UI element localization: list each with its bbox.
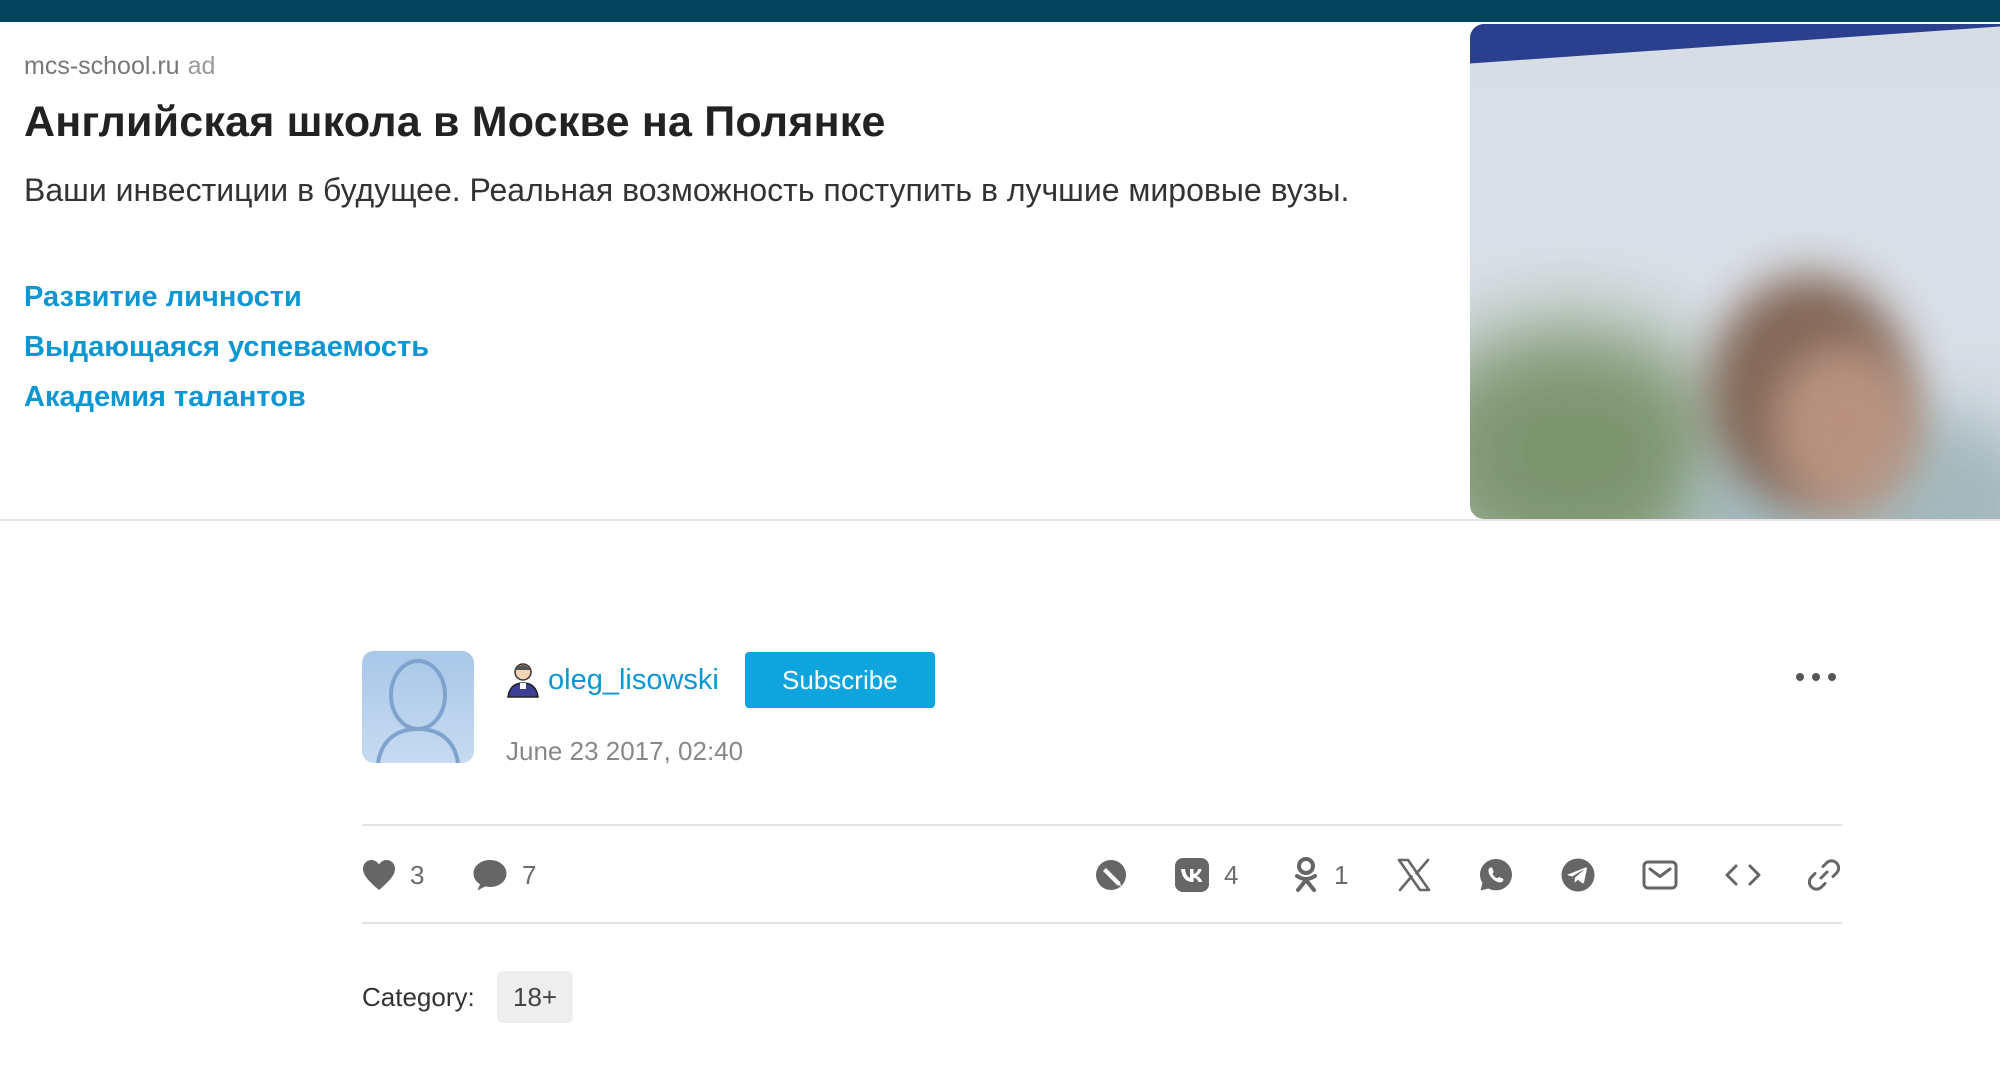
avatar[interactable] xyxy=(362,651,474,763)
ad-image[interactable] xyxy=(1470,24,2000,519)
ad-label: ad xyxy=(187,52,216,80)
vk-count: 4 xyxy=(1224,859,1239,890)
odnoklassniki-icon xyxy=(1295,857,1317,892)
comment-count: 7 xyxy=(522,859,537,890)
user-icon[interactable] xyxy=(506,661,540,699)
share-whatsapp-button[interactable] xyxy=(1478,852,1514,898)
share-livejournal-button[interactable] xyxy=(1094,852,1128,898)
heart-icon xyxy=(363,860,395,890)
telegram-icon xyxy=(1561,858,1595,892)
embed-button[interactable] xyxy=(1724,852,1762,898)
post-date[interactable]: June 23 2017, 02:40 xyxy=(506,736,743,767)
share-vk-button[interactable]: 4 xyxy=(1174,852,1238,898)
author-row: oleg_lisowski Subscribe xyxy=(506,652,935,708)
vk-icon xyxy=(1175,858,1209,892)
email-icon xyxy=(1642,860,1678,890)
copy-link-button[interactable] xyxy=(1806,852,1842,898)
ad-image-face xyxy=(1770,344,1920,514)
ad-links: Развитие личности Выдающаяся успеваемост… xyxy=(24,272,429,422)
divider xyxy=(362,824,1842,826)
share-odnoklassniki-button[interactable]: 1 xyxy=(1292,852,1348,898)
divider xyxy=(362,922,1842,924)
ad-link-academy[interactable]: Академия талантов xyxy=(24,372,429,422)
user-silhouette-icon xyxy=(376,659,460,763)
ok-count: 1 xyxy=(1334,859,1349,890)
link-icon xyxy=(1807,859,1841,891)
author-name[interactable]: oleg_lisowski xyxy=(548,664,719,697)
ad-image-stripe xyxy=(1470,24,2000,64)
more-dot xyxy=(1828,673,1836,681)
top-bar xyxy=(0,0,2000,22)
livejournal-icon xyxy=(1096,860,1126,890)
embed-icon xyxy=(1725,864,1761,886)
share-x-button[interactable] xyxy=(1396,852,1432,898)
more-dot xyxy=(1812,673,1820,681)
like-count: 3 xyxy=(410,859,425,890)
more-icon[interactable] xyxy=(1796,662,1836,692)
ad-link-personality[interactable]: Развитие личности xyxy=(24,272,429,322)
ad-text: Ваши инвестиции в будущее. Реальная возм… xyxy=(24,172,1350,208)
share-email-button[interactable] xyxy=(1642,852,1678,898)
comment-icon xyxy=(473,860,507,891)
ad-title[interactable]: Английская школа в Москве на Полянке xyxy=(24,98,886,147)
ad-block[interactable]: mcs-school.ru ad Английская школа в Москв… xyxy=(0,22,2000,521)
share-telegram-button[interactable] xyxy=(1560,852,1596,898)
whatsapp-icon xyxy=(1480,859,1512,891)
more-dot xyxy=(1796,673,1804,681)
category-tag[interactable]: 18+ xyxy=(497,971,574,1023)
ad-link-performance[interactable]: Выдающаяся успеваемость xyxy=(24,322,429,372)
x-icon xyxy=(1397,858,1431,892)
category-label: Category: xyxy=(362,982,475,1012)
subscribe-button[interactable]: Subscribe xyxy=(744,652,935,708)
ad-domain[interactable]: mcs-school.ru xyxy=(24,52,180,80)
ad-source[interactable]: mcs-school.ru ad xyxy=(24,52,215,81)
like-button[interactable]: 3 xyxy=(362,852,424,898)
comment-button[interactable]: 7 xyxy=(472,852,536,898)
